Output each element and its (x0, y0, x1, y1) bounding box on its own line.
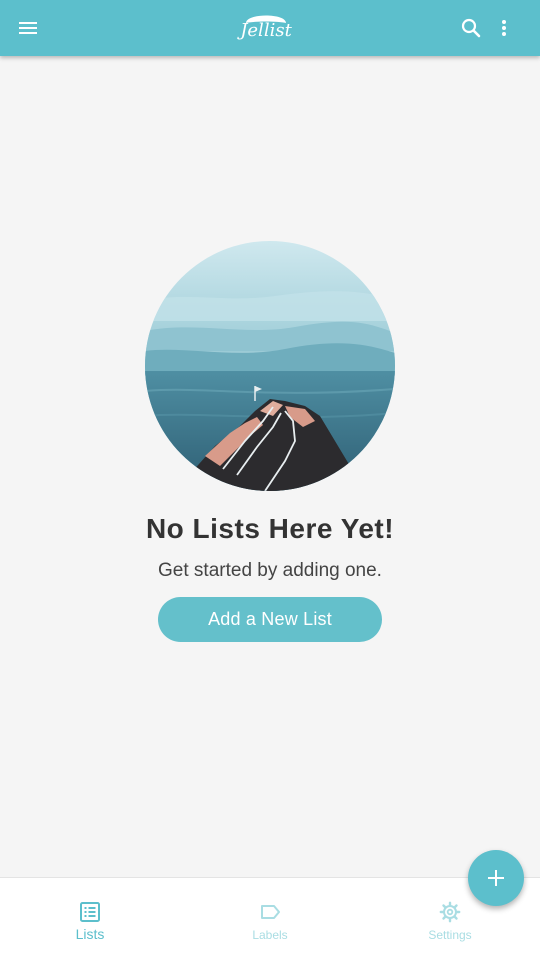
more-options-button[interactable] (484, 8, 524, 48)
nav-label-labels: Labels (252, 928, 288, 942)
gear-icon (439, 901, 461, 923)
menu-icon (19, 22, 37, 34)
nav-label-settings: Settings (428, 928, 472, 942)
search-icon (461, 18, 481, 38)
nav-label-lists: Lists (75, 926, 105, 942)
add-fab-button[interactable] (468, 850, 524, 906)
bottom-navigation: Lists Labels Settings (0, 877, 540, 964)
empty-state-illustration (145, 241, 395, 491)
more-vertical-icon (502, 20, 506, 36)
empty-state-title: No Lists Here Yet! (145, 513, 395, 544)
app-logo: Jellist (236, 9, 296, 43)
add-new-list-button[interactable]: Add a New List (158, 597, 382, 642)
plus-icon (488, 870, 504, 886)
list-icon (80, 902, 100, 922)
menu-button[interactable] (8, 8, 48, 48)
mountain-lookout-illustration (145, 241, 395, 491)
app-logo-text: Jellist (240, 20, 292, 41)
nav-item-labels[interactable]: Labels (180, 878, 360, 964)
empty-state-subtitle: Get started by adding one. (158, 560, 382, 581)
nav-item-lists[interactable]: Lists (0, 878, 180, 964)
top-app-bar: Jellist (0, 0, 540, 56)
label-tag-icon (261, 905, 280, 919)
